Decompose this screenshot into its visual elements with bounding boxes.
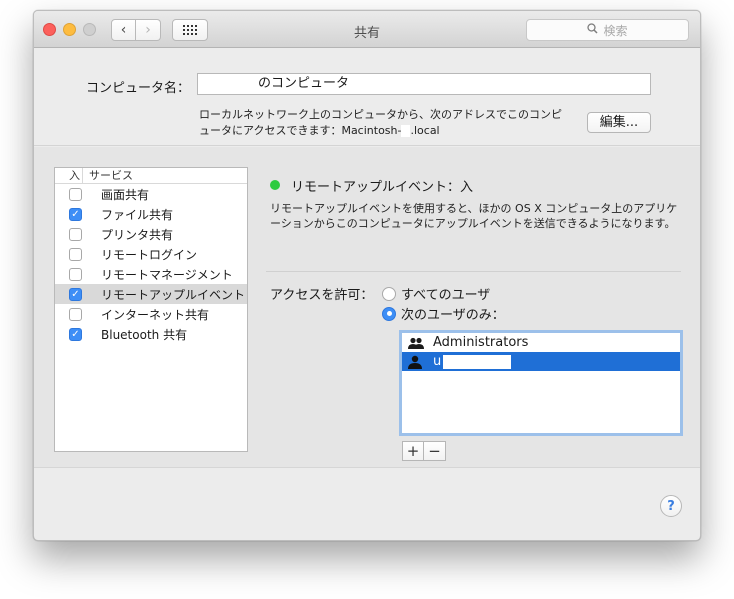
service-checkbox[interactable] <box>69 307 82 321</box>
group-icon <box>407 336 425 350</box>
sharing-window: ‹ › 共有 検索 コンピュータ名： のコンピュータ ローカルネットワーク上のコ… <box>33 10 701 541</box>
divider <box>266 271 681 272</box>
address-text: ローカルネットワーク上のコンピュータから、次のアドレスでこのコンピ ュータにアク… <box>199 107 569 139</box>
status-indicator-icon <box>270 180 280 190</box>
header-on[interactable]: 入 <box>55 168 83 183</box>
service-row[interactable]: リモートマネージメント <box>55 264 247 284</box>
computer-name-label: コンピュータ名： <box>86 81 191 96</box>
service-label: ファイル共有 <box>101 207 174 222</box>
search-icon <box>587 23 599 37</box>
radio-all-users-button[interactable] <box>382 286 396 301</box>
help-button[interactable]: ? <box>660 495 682 517</box>
service-row[interactable]: ✓ リモートアップルイベント <box>55 284 247 304</box>
service-checkbox[interactable] <box>69 187 82 201</box>
radio-all-users-label: すべてのユーザ <box>401 288 491 303</box>
search-field[interactable]: 検索 <box>526 19 689 41</box>
service-list-header: 入 サービス <box>55 168 247 184</box>
radio-only-users-button[interactable] <box>382 306 396 321</box>
service-label: リモートログイン <box>101 247 198 262</box>
service-label: リモートマネージメント <box>101 267 233 282</box>
service-row[interactable]: プリンタ共有 <box>55 224 247 244</box>
computer-name-section: コンピュータ名： のコンピュータ ローカルネットワーク上のコンピュータから、次の… <box>34 48 700 146</box>
add-user-button[interactable]: + <box>402 441 424 461</box>
service-row[interactable]: リモートログイン <box>55 244 247 264</box>
service-description: リモートアップルイベントを使用すると、ほかの OS X コンピュータ上のアプリケ… <box>270 202 678 230</box>
user-row-administrators[interactable]: Administrators <box>402 333 680 352</box>
service-checkbox[interactable]: ✓ <box>69 207 82 221</box>
service-row[interactable]: ✓ Bluetooth 共有 <box>55 324 247 344</box>
radio-only-users[interactable]: 次のユーザのみ： <box>382 304 505 323</box>
service-label: 画面共有 <box>101 187 150 202</box>
redacted-user-name <box>443 354 512 369</box>
service-label: プリンタ共有 <box>101 227 174 242</box>
user-list[interactable]: Administrators u <box>399 330 683 436</box>
service-label: リモートアップルイベント <box>101 287 246 302</box>
service-row[interactable]: ✓ ファイル共有 <box>55 204 247 224</box>
title-bar: ‹ › 共有 検索 <box>34 11 700 48</box>
computer-name-field[interactable]: のコンピュータ <box>197 73 651 95</box>
access-label: アクセスを許可： <box>270 288 374 303</box>
service-label: Bluetooth 共有 <box>101 327 188 342</box>
service-row[interactable]: インターネット共有 <box>55 304 247 324</box>
user-row-selected[interactable]: u <box>402 352 680 371</box>
service-row[interactable]: 画面共有 <box>55 184 247 204</box>
user-name: u <box>433 354 442 369</box>
header-service[interactable]: サービス <box>83 168 133 183</box>
service-checkbox[interactable] <box>69 247 82 261</box>
service-checkbox[interactable] <box>69 227 82 241</box>
address-line-2: ュータにアクセスできます：Macintosh- .local <box>199 124 440 137</box>
service-label: インターネット共有 <box>101 307 210 322</box>
services-section: 入 サービス 画面共有 ✓ ファイル共有 プリンタ共有リモートログインリモートマネージ… <box>34 147 700 468</box>
address-line-1: ローカルネットワーク上のコンピュータから、次のアドレスでこのコンピ <box>199 108 562 121</box>
user-name: Administrators <box>433 335 529 350</box>
service-checkbox[interactable] <box>69 267 82 281</box>
service-rows: 画面共有 ✓ ファイル共有 プリンタ共有リモートログインリモートマネージメント ✓ リモー… <box>55 184 247 344</box>
user-list-controls: + − <box>402 441 446 461</box>
service-checkbox[interactable]: ✓ <box>69 327 82 341</box>
radio-all-users[interactable]: すべてのユーザ <box>382 284 490 303</box>
service-list[interactable]: 入 サービス 画面共有 ✓ ファイル共有 プリンタ共有リモートログインリモートマネージ… <box>54 167 248 452</box>
remove-user-button[interactable]: − <box>424 441 446 461</box>
user-icon <box>407 355 425 369</box>
service-checkbox[interactable]: ✓ <box>69 287 82 301</box>
search-placeholder: 検索 <box>603 23 628 38</box>
radio-only-users-label: 次のユーザのみ： <box>401 308 505 323</box>
edit-button[interactable]: 編集... <box>587 112 651 133</box>
service-status: リモートアップルイベント：入 <box>291 180 474 195</box>
